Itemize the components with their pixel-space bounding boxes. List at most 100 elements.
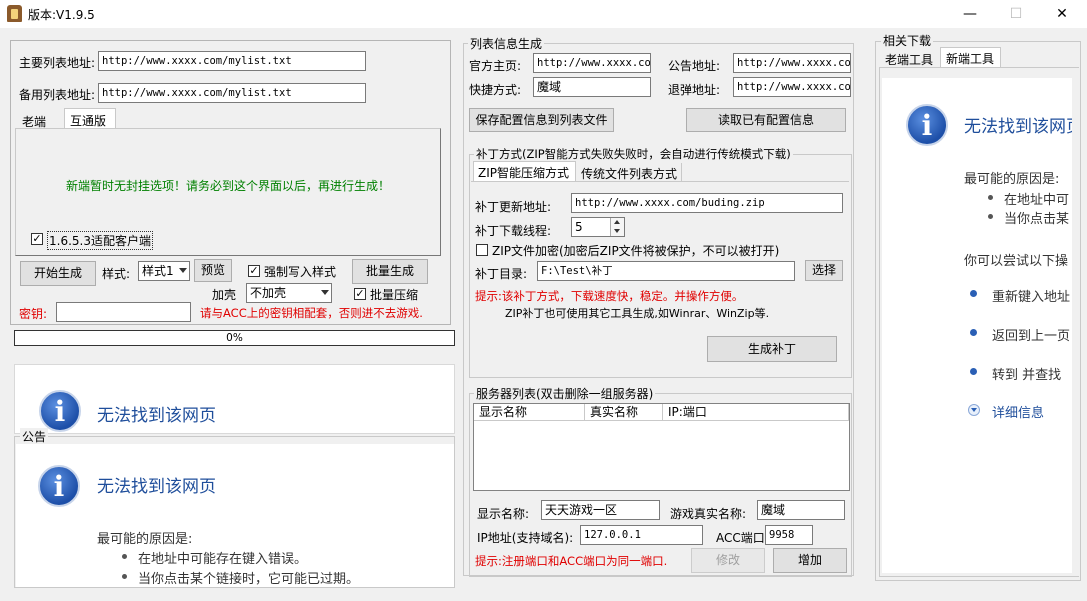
add-server-button[interactable]: 增加 <box>773 548 847 573</box>
key-input[interactable] <box>56 302 191 322</box>
tab-old-client[interactable]: 老端 <box>17 110 65 129</box>
patch-threads-value: 5 <box>575 220 583 234</box>
server-list-table[interactable]: 显示名称 真实名称 IP:端口 <box>473 403 850 491</box>
browser-panel-top: i 无法找到该网页 <box>14 364 455 434</box>
progress-bar: 0% <box>14 330 455 346</box>
try-text: 你可以尝试以下操 <box>964 254 1069 269</box>
preview-button[interactable]: 预览 <box>194 259 232 282</box>
info-icon: i <box>906 104 948 146</box>
ip-label: IP地址(支持域名): <box>477 531 574 545</box>
batch-generate-button[interactable]: 批量生成 <box>352 259 428 284</box>
patch-hint: 提示:该补丁方式，下载速度快，稳定。并操作方便。 <box>475 289 744 303</box>
shortcut-label: 快捷方式: <box>469 83 522 97</box>
client-checkbox[interactable]: ✓ <box>31 233 43 245</box>
bullet <box>988 214 993 219</box>
chevron-down-icon <box>321 290 329 295</box>
browser-panel-downloads: i 无法找到该网页 最可能的原因是: 在地址中可 当你点击某 你可以尝试以下操 … <box>882 78 1072 573</box>
display-name-label: 显示名称: <box>477 507 530 521</box>
main-list-input[interactable]: http://www.xxxx.com/mylist.txt <box>98 51 366 71</box>
read-config-button[interactable]: 读取已有配置信息 <box>686 108 846 132</box>
reasons-header: 最可能的原因是: <box>97 532 193 547</box>
bullet <box>988 195 993 200</box>
patch-update-label: 补丁更新地址: <box>475 200 552 214</box>
style-select[interactable]: 样式1 <box>138 261 190 281</box>
shortcut-input[interactable]: 魔域 <box>533 77 651 97</box>
tab-zip-smart[interactable]: ZIP智能压缩方式 <box>473 161 576 182</box>
key-label: 密钥: <box>19 307 48 321</box>
list-info-group-label: 列表信息生成 <box>468 35 545 52</box>
reason-item: 在地址中可能存在键入错误。 <box>138 552 308 567</box>
action-goto-link[interactable]: 转到 并查找 <box>992 364 1061 383</box>
shell-select-value: 不加壳 <box>250 286 287 300</box>
browser-panel-notice: i 无法找到该网页 最可能的原因是: 在地址中可能存在键入错误。 当你点击某个链… <box>16 444 454 587</box>
client-checkbox-label[interactable]: 1.6.5.3适配客户端 <box>47 231 153 250</box>
select-dir-button[interactable]: 选择 <box>805 260 843 281</box>
zip-encrypt-label: ZIP文件加密(加密后ZIP文件将被保护，不可以被打开) <box>492 244 780 258</box>
tab-new-tools[interactable]: 新端工具 <box>940 47 1001 68</box>
title-bar: 版本:V1.9.5 — ☐ ✕ <box>0 0 1087 28</box>
save-config-button[interactable]: 保存配置信息到列表文件 <box>469 108 614 132</box>
homepage-input[interactable]: http://www.xxxx.com <box>533 53 651 73</box>
interop-notice: 新端暂时无封挂选项！请务必到这个界面以后，再进行生成！ <box>66 179 391 193</box>
action-retype-link[interactable]: 重新键入地址 <box>992 286 1070 305</box>
bounce-input[interactable]: http://www.xxxx.com <box>733 77 851 97</box>
bullet <box>122 574 127 579</box>
batch-compress-checkbox[interactable]: ✓ <box>354 288 366 300</box>
reason-item: 当你点击某个链接时，它可能已过期。 <box>138 572 360 587</box>
patch-hint-2: ZIP补丁也可使用其它工具生成,如Winrar、WinZip等. <box>505 307 770 320</box>
acc-port-input[interactable]: 9958 <box>765 525 813 545</box>
force-style-checkbox[interactable]: ✓ <box>248 265 260 277</box>
column-header-ip-port[interactable]: IP:端口 <box>663 404 849 421</box>
tab-old-tools[interactable]: 老端工具 <box>881 49 941 68</box>
zip-encrypt-checkbox[interactable] <box>476 244 488 256</box>
announce-input[interactable]: http://www.xxxx.com <box>733 53 851 73</box>
patch-group-label: 补丁方式(ZIP智能方式失败失败时，会自动进行传统模式下载) <box>474 146 793 162</box>
progress-text: 0% <box>226 332 243 344</box>
patch-dir-input[interactable]: F:\Test\补丁 <box>537 261 795 281</box>
generate-patch-button[interactable]: 生成补丁 <box>707 336 837 362</box>
info-icon: i <box>39 390 81 432</box>
minimize-button[interactable]: — <box>947 0 993 28</box>
server-hint: 提示:注册端口和ACC端口为同一端口. <box>475 554 668 568</box>
expand-chevron-icon[interactable] <box>968 404 980 416</box>
tab-traditional-list[interactable]: 传统文件列表方式 <box>576 163 682 182</box>
real-name-input[interactable]: 魔域 <box>757 500 845 520</box>
patch-dir-label: 补丁目录: <box>475 267 528 281</box>
maximize-button[interactable]: ☐ <box>993 0 1039 28</box>
start-generate-button[interactable]: 开始生成 <box>20 261 96 286</box>
action-back-link[interactable]: 返回到上一页 <box>992 325 1070 344</box>
patch-update-input[interactable]: http://www.xxxx.com/buding.zip <box>571 193 843 213</box>
modify-server-button[interactable]: 修改 <box>691 548 765 573</box>
backup-list-label: 备用列表地址: <box>19 88 96 102</box>
column-header-display-name[interactable]: 显示名称 <box>474 404 585 421</box>
column-header-real-name[interactable]: 真实名称 <box>585 404 663 421</box>
close-button[interactable]: ✕ <box>1039 0 1085 28</box>
window-title: 版本:V1.9.5 <box>28 8 95 22</box>
ip-input[interactable]: 127.0.0.1 <box>580 525 703 545</box>
spinner-arrows-icon[interactable] <box>610 218 624 236</box>
homepage-label: 官方主页: <box>469 59 522 73</box>
bullet <box>122 554 127 559</box>
chevron-down-icon <box>179 268 187 273</box>
patch-threads-label: 补丁下载线程: <box>475 224 552 238</box>
reason-item: 在地址中可 <box>1004 193 1070 208</box>
downloads-group-label: 相关下载 <box>881 32 934 49</box>
bullet-icon <box>970 290 977 297</box>
display-name-input[interactable]: 天天游戏一区 <box>541 500 660 520</box>
patch-threads-input[interactable]: 5 <box>571 217 625 237</box>
bullet-icon <box>970 329 977 336</box>
backup-list-input[interactable]: http://www.xxxx.com/mylist.txt <box>98 83 366 103</box>
announce-label: 公告地址: <box>668 59 721 73</box>
info-icon: i <box>38 465 80 507</box>
app-icon <box>7 5 22 22</box>
tab-interop[interactable]: 互通版 <box>64 108 116 129</box>
key-hint: 请与ACC上的密钥相配套，否则进不去游戏. <box>200 306 423 320</box>
batch-compress-label: 批量压缩 <box>370 288 419 302</box>
real-name-label: 游戏真实名称: <box>670 507 747 521</box>
server-list-group-label: 服务器列表(双击删除一组服务器) <box>474 385 656 402</box>
error-title: 无法找到该网页 <box>964 117 1072 137</box>
more-info-link[interactable]: 详细信息 <box>992 402 1044 421</box>
style-label: 样式: <box>102 267 131 281</box>
reason-item: 当你点击某 <box>1004 212 1070 227</box>
shell-select[interactable]: 不加壳 <box>246 283 332 303</box>
